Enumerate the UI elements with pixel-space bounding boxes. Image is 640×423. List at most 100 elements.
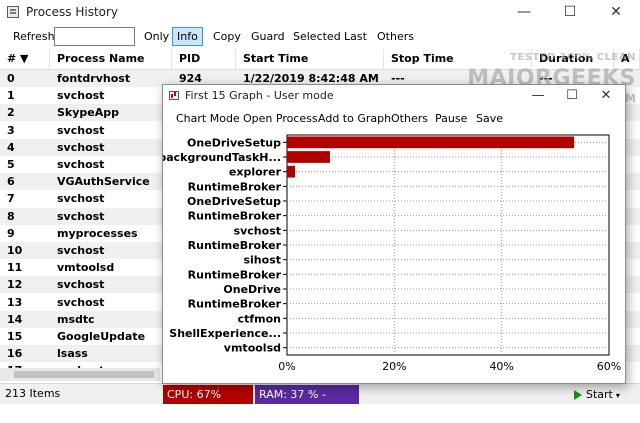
info-button[interactable]: Info bbox=[172, 27, 203, 46]
table-cell: 12 bbox=[7, 278, 23, 292]
bar-category-label: explorer bbox=[229, 166, 282, 179]
table-cell: GoogleUpdate bbox=[57, 330, 146, 343]
status-bar: 213 Items CPU: 67% RAM: 37 % - 2,226 MB … bbox=[0, 383, 640, 420]
bar-category-label: RuntimeBroker bbox=[188, 298, 282, 311]
table-cell: myprocesses bbox=[57, 226, 138, 240]
app-icon bbox=[7, 6, 19, 18]
table-cell: 14 bbox=[7, 312, 23, 326]
toolbar: Refresh Only Info Copy Guard Selected La… bbox=[0, 25, 640, 48]
table-cell: VGAuthService bbox=[57, 175, 150, 189]
start-arrow-icon bbox=[574, 390, 582, 400]
table-cell: 16 bbox=[7, 347, 23, 361]
column-header-a[interactable]: A bbox=[614, 49, 640, 69]
bar-category-label: ShellExperience... bbox=[169, 327, 281, 340]
bar bbox=[287, 151, 330, 163]
table-cell: 8 bbox=[7, 209, 15, 223]
table-cell: svchost bbox=[57, 295, 105, 309]
graph-title-bar: First 15 Graph - User mode — ☐ ✕ bbox=[163, 85, 625, 107]
window-title: Process History bbox=[26, 5, 119, 19]
minimize-button[interactable]: — bbox=[501, 0, 547, 25]
table-cell: 13 bbox=[7, 295, 23, 309]
graph-app-icon bbox=[169, 91, 179, 100]
table-cell: svchost bbox=[57, 278, 105, 292]
bar bbox=[287, 136, 575, 149]
table-cell: 7 bbox=[7, 192, 15, 206]
column-header-start-time[interactable]: Start Time bbox=[236, 49, 384, 69]
bar-category-label: backgroundTaskH... bbox=[163, 151, 281, 164]
table-cell: 6 bbox=[7, 175, 15, 189]
bar-category-label: OneDriveSetup bbox=[187, 136, 281, 149]
x-tick-label: 60% bbox=[597, 360, 621, 373]
table-cell: svchost bbox=[57, 244, 105, 257]
table-cell: 10 bbox=[7, 244, 23, 257]
bar-category-label: ctfmon bbox=[238, 312, 281, 325]
chart-mode-button[interactable]: Chart Mode bbox=[173, 110, 243, 127]
copy-button[interactable]: Copy bbox=[208, 27, 246, 46]
others-button[interactable]: Others bbox=[372, 27, 419, 46]
close-button[interactable]: ✕ bbox=[593, 0, 639, 25]
table-cell: svchost bbox=[57, 192, 105, 206]
table-cell: 15 bbox=[7, 330, 23, 343]
refresh-button[interactable]: Refresh bbox=[8, 27, 60, 46]
bar bbox=[287, 165, 296, 178]
guard-button[interactable]: Guard bbox=[246, 27, 290, 46]
graph-toolbar: Chart Mode Open Process Add to Graph Oth… bbox=[163, 108, 625, 129]
cpu-usage-badge: CPU: 67% bbox=[163, 385, 253, 404]
table-cell: 11 bbox=[7, 261, 23, 275]
bar-category-label: RuntimeBroker bbox=[188, 239, 282, 252]
table-cell: 4 bbox=[7, 140, 15, 154]
maximize-button[interactable]: ☐ bbox=[547, 0, 593, 25]
table-header: # ▼ Process Name PID Start Time Stop Tim… bbox=[0, 49, 640, 70]
bar-category-label: vmtoolsd bbox=[224, 342, 281, 355]
table-cell: 1 bbox=[7, 89, 15, 103]
column-header-duration[interactable]: Duration bbox=[532, 49, 614, 69]
graph-others-button[interactable]: Others bbox=[388, 110, 431, 127]
bar-category-label: sihost bbox=[243, 254, 281, 267]
save-button[interactable]: Save bbox=[473, 110, 506, 127]
start-button[interactable]: Start ▾ bbox=[574, 386, 620, 403]
table-cell: svchost bbox=[57, 123, 105, 137]
bar-category-label: svchost bbox=[234, 224, 281, 237]
table-cell: msdtc bbox=[57, 312, 95, 326]
pause-button[interactable]: Pause bbox=[432, 110, 470, 127]
table-cell: fontdrvhost bbox=[57, 72, 131, 85]
graph-minimize-button[interactable]: — bbox=[521, 85, 555, 107]
bar-category-label: OneDriveSetup bbox=[187, 195, 281, 208]
selected-button[interactable]: Selected bbox=[288, 27, 346, 46]
table-cell: 5 bbox=[7, 158, 15, 171]
open-process-button[interactable]: Open Process bbox=[240, 110, 321, 127]
bar-category-label: OneDrive bbox=[223, 283, 281, 296]
scrollbar-thumb[interactable] bbox=[14, 371, 154, 378]
table-cell: 3 bbox=[7, 123, 15, 137]
column-header-process-name[interactable]: Process Name bbox=[50, 49, 172, 69]
last-button[interactable]: Last bbox=[339, 27, 372, 46]
bar-category-label: RuntimeBroker bbox=[188, 210, 282, 223]
chevron-down-icon[interactable]: ▾ bbox=[616, 391, 620, 400]
table-cell: svchost bbox=[57, 158, 105, 171]
bar-chart: 0% 20% 40% 60% OneDriveSetup backgroundTaskH.… bbox=[163, 134, 621, 373]
table-cell: svchost bbox=[57, 89, 105, 103]
only-button[interactable]: Only bbox=[139, 27, 174, 46]
table-cell: 2 bbox=[7, 106, 15, 120]
start-label: Start bbox=[586, 388, 613, 401]
bar-category-label: RuntimeBroker bbox=[188, 268, 282, 281]
graph-close-button[interactable]: ✕ bbox=[589, 85, 623, 107]
x-tick-label: 20% bbox=[382, 360, 406, 373]
column-header-stop-time[interactable]: Stop Time bbox=[384, 49, 532, 69]
filter-input[interactable] bbox=[54, 27, 135, 46]
column-header-index[interactable]: # ▼ bbox=[0, 49, 50, 69]
bar-category-label: RuntimeBroker bbox=[188, 180, 282, 193]
title-bar: Process History — ☐ ✕ bbox=[0, 0, 640, 25]
horizontal-scrollbar[interactable] bbox=[0, 368, 160, 381]
ram-usage-badge: RAM: 37 % - 2,226 MB bbox=[255, 385, 359, 420]
table-cell: SkypeApp bbox=[57, 106, 120, 120]
table-cell: 0 bbox=[7, 72, 15, 85]
column-header-pid[interactable]: PID bbox=[172, 49, 236, 69]
table-cell: svchost bbox=[57, 209, 105, 223]
x-tick-label: 40% bbox=[489, 360, 513, 373]
x-tick-label: 0% bbox=[278, 360, 295, 373]
table-cell: lsass bbox=[57, 347, 88, 361]
table-cell: svchost bbox=[57, 140, 105, 154]
add-to-graph-button[interactable]: Add to Graph bbox=[315, 110, 394, 127]
graph-maximize-button[interactable]: ☐ bbox=[555, 85, 589, 107]
